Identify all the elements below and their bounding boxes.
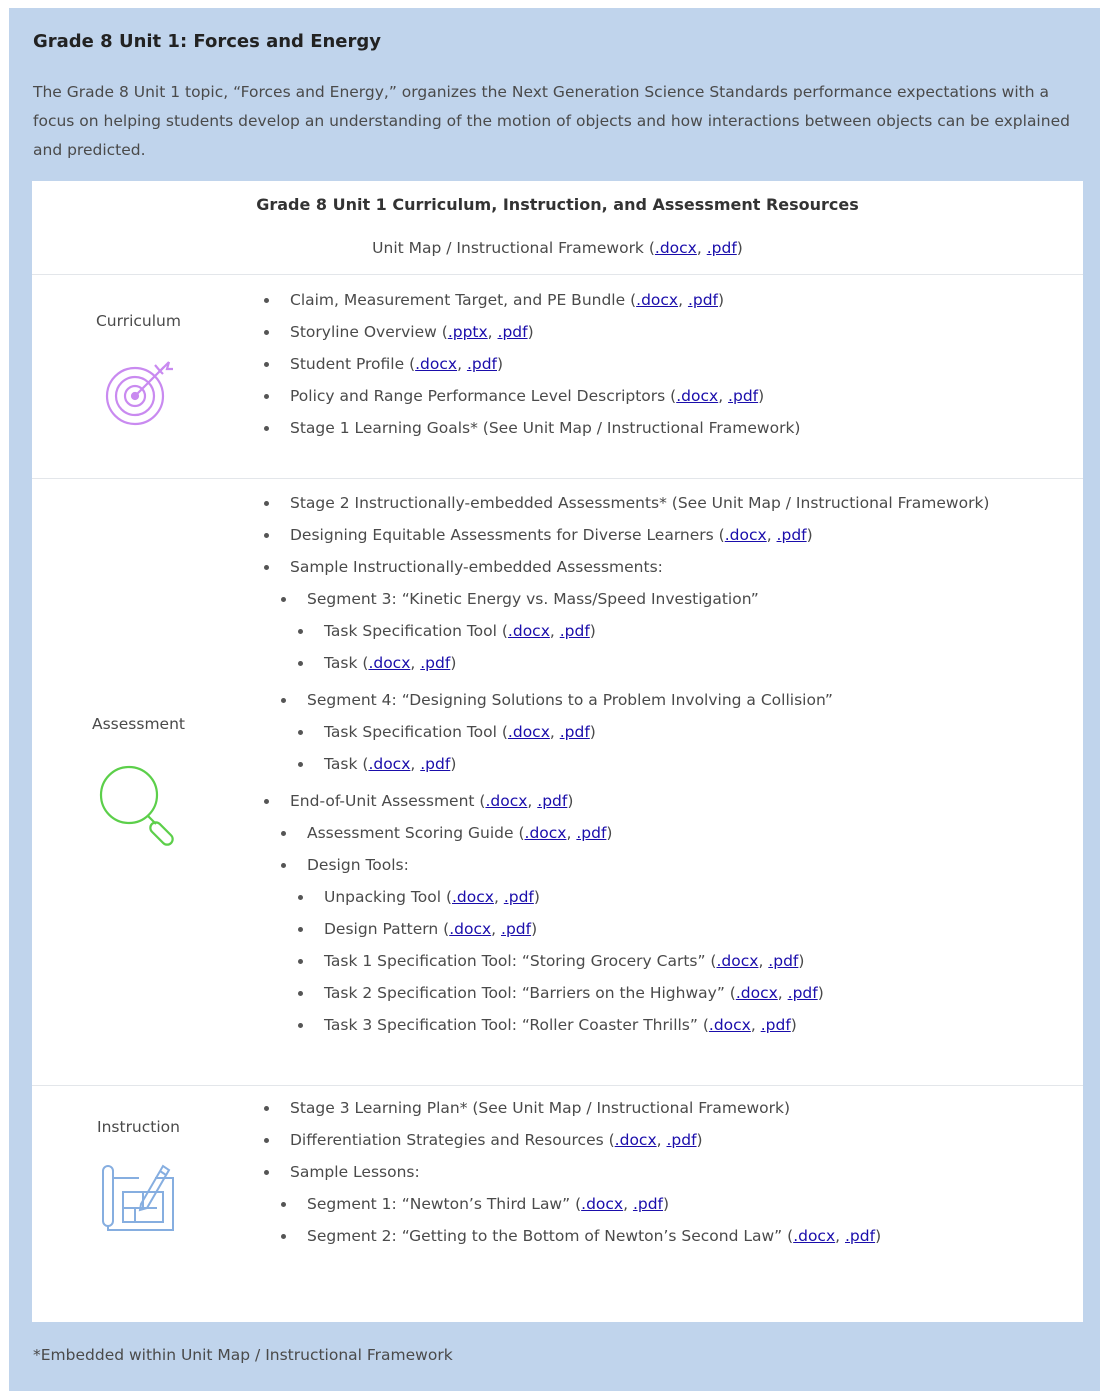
list-item: Design Pattern (.docx, .pdf)	[264, 913, 989, 945]
list-item: Task Specification Tool (.docx, .pdf)	[264, 615, 989, 647]
docx-link[interactable]: .docx	[676, 387, 718, 405]
docx-link[interactable]: .docx	[716, 952, 758, 970]
pdf-link[interactable]: .pdf	[498, 323, 528, 341]
unit-panel: Grade 8 Unit 1: Forces and Energy The Gr…	[9, 8, 1100, 1391]
pdf-link[interactable]: .pdf	[728, 387, 758, 405]
list-item: Stage 1 Learning Goals* (See Unit Map / …	[264, 412, 800, 444]
list-item: Segment 4: “Designing Solutions to a Pro…	[264, 684, 989, 716]
docx-link[interactable]: .docx	[415, 355, 457, 373]
list-item: Segment 3: “Kinetic Energy vs. Mass/Spee…	[264, 583, 989, 615]
list-item: Differentiation Strategies and Resources…	[264, 1124, 881, 1156]
pdf-link[interactable]: .pdf	[761, 1016, 791, 1034]
assessment-row: Assessment Stage 2 Instructionally-embed…	[32, 478, 1083, 1086]
docx-link[interactable]: .docx	[485, 792, 527, 810]
assessment-list: Stage 2 Instructionally-embedded Assessm…	[264, 487, 989, 1041]
list-item: Storyline Overview (.pptx, .pdf)	[264, 316, 800, 348]
pptx-link[interactable]: .pptx	[448, 323, 488, 341]
pdf-link[interactable]: .pdf	[420, 755, 450, 773]
list-item: Stage 2 Instructionally-embedded Assessm…	[264, 487, 989, 519]
list-item: Task 2 Specification Tool: “Barriers on …	[264, 977, 989, 1009]
instruction-row: Instruction Stage 3 Learning Plan* (See …	[32, 1085, 1083, 1323]
docx-link[interactable]: .docx	[636, 291, 678, 309]
pdf-link[interactable]: .pdf	[501, 920, 531, 938]
magnifier-icon	[99, 765, 174, 846]
list-item: Task Specification Tool (.docx, .pdf)	[264, 716, 989, 748]
docx-link[interactable]: .docx	[725, 526, 767, 544]
docx-link[interactable]: .docx	[368, 654, 410, 672]
unit-map-label: Unit Map / Instructional Framework	[372, 239, 644, 257]
docx-link[interactable]: .docx	[508, 723, 550, 741]
pdf-link[interactable]: .pdf	[788, 984, 818, 1002]
list-item: Assessment Scoring Guide (.docx, .pdf)	[264, 817, 989, 849]
pdf-link[interactable]: .pdf	[777, 526, 807, 544]
resources-table: Grade 8 Unit 1 Curriculum, Instruction, …	[32, 181, 1083, 1322]
curriculum-label: Curriculum	[95, 312, 181, 330]
pdf-link[interactable]: .pdf	[666, 1131, 696, 1149]
instruction-list: Stage 3 Learning Plan* (See Unit Map / I…	[264, 1092, 881, 1252]
intro-paragraph: The Grade 8 Unit 1 topic, “Forces and En…	[33, 83, 1070, 159]
list-item: Segment 2: “Getting to the Bottom of New…	[264, 1220, 881, 1252]
assessment-label: Assessment	[92, 715, 185, 733]
pdf-link[interactable]: .pdf	[560, 723, 590, 741]
curriculum-list: Claim, Measurement Target, and PE Bundle…	[264, 284, 800, 444]
list-item: Segment 1: “Newton’s Third Law” (.docx, …	[264, 1188, 881, 1220]
docx-link[interactable]: .docx	[368, 755, 410, 773]
docx-link[interactable]: .docx	[581, 1195, 623, 1213]
pdf-link[interactable]: .pdf	[504, 888, 534, 906]
list-item: Designing Equitable Assessments for Dive…	[264, 519, 989, 551]
table-title: Grade 8 Unit 1 Curriculum, Instruction, …	[256, 195, 859, 214]
instruction-label: Instruction	[97, 1118, 180, 1136]
list-item: End-of-Unit Assessment (.docx, .pdf)	[264, 785, 989, 817]
unit-map-line: Unit Map / Instructional Framework (.doc…	[372, 239, 743, 257]
pdf-link[interactable]: .pdf	[420, 654, 450, 672]
list-item: Task 1 Specification Tool: “Storing Groc…	[264, 945, 989, 977]
pdf-link[interactable]: .pdf	[688, 291, 718, 309]
pdf-link[interactable]: .pdf	[537, 792, 567, 810]
table-header: Grade 8 Unit 1 Curriculum, Instruction, …	[32, 181, 1083, 274]
footnote: *Embedded within Unit Map / Instructiona…	[33, 1346, 453, 1364]
docx-link[interactable]: .docx	[449, 920, 491, 938]
list-item: Student Profile (.docx, .pdf)	[264, 348, 800, 380]
list-item: Claim, Measurement Target, and PE Bundle…	[264, 284, 800, 316]
blueprint-icon	[102, 1164, 174, 1231]
docx-link[interactable]: .docx	[525, 824, 567, 842]
docx-link[interactable]: .docx	[508, 622, 550, 640]
list-item: Task (.docx, .pdf)	[264, 647, 989, 679]
list-item: Design Tools:	[264, 849, 989, 881]
pdf-link[interactable]: .pdf	[845, 1227, 875, 1245]
pdf-link[interactable]: .pdf	[633, 1195, 663, 1213]
list-item: Sample Instructionally-embedded Assessme…	[264, 551, 989, 583]
docx-link[interactable]: .docx	[452, 888, 494, 906]
list-item: Policy and Range Performance Level Descr…	[264, 380, 800, 412]
list-item: Sample Lessons:	[264, 1156, 881, 1188]
unit-map-pdf-link[interactable]: .pdf	[707, 239, 737, 257]
docx-link[interactable]: .docx	[615, 1131, 657, 1149]
pdf-link[interactable]: .pdf	[768, 952, 798, 970]
list-item: Task 3 Specification Tool: “Roller Coast…	[264, 1009, 989, 1041]
list-item: Task (.docx, .pdf)	[264, 748, 989, 780]
docx-link[interactable]: .docx	[793, 1227, 835, 1245]
list-item: Stage 3 Learning Plan* (See Unit Map / I…	[264, 1092, 881, 1124]
pdf-link[interactable]: .pdf	[467, 355, 497, 373]
page-title: Grade 8 Unit 1: Forces and Energy	[33, 31, 382, 52]
pdf-link[interactable]: .pdf	[576, 824, 606, 842]
pdf-link[interactable]: .pdf	[560, 622, 590, 640]
docx-link[interactable]: .docx	[736, 984, 778, 1002]
docx-link[interactable]: .docx	[709, 1016, 751, 1034]
target-icon	[105, 361, 173, 426]
curriculum-row: Curriculum Claim, Measurement Target, an…	[32, 274, 1083, 479]
unit-map-docx-link[interactable]: .docx	[655, 239, 697, 257]
list-item: Unpacking Tool (.docx, .pdf)	[264, 881, 989, 913]
